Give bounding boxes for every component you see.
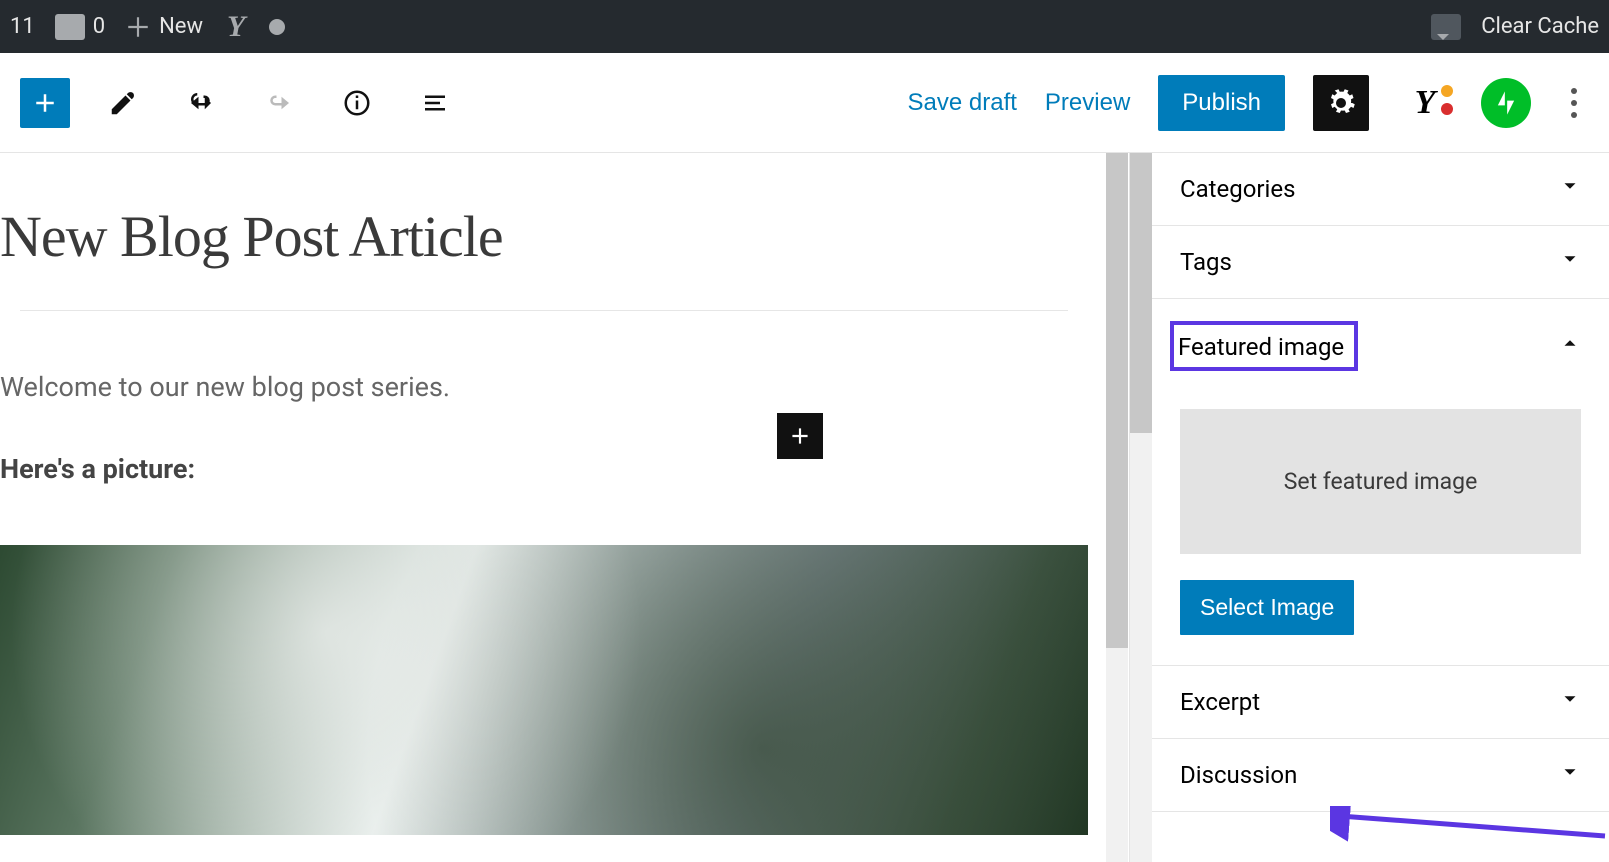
image-block[interactable] bbox=[0, 545, 1088, 835]
yoast-panel-button[interactable]: Y bbox=[1397, 75, 1453, 131]
chevron-down-icon bbox=[1559, 248, 1581, 276]
cache-icon[interactable] bbox=[1431, 14, 1461, 40]
info-icon bbox=[342, 88, 372, 118]
save-draft-button[interactable]: Save draft bbox=[908, 89, 1017, 117]
undo-button[interactable] bbox=[176, 78, 226, 128]
yoast-adminbar[interactable]: Y bbox=[223, 10, 249, 44]
panel-tags: Tags bbox=[1152, 226, 1609, 299]
redo-button[interactable] bbox=[254, 78, 304, 128]
gear-icon bbox=[1326, 88, 1356, 118]
panel-title: Excerpt bbox=[1180, 688, 1260, 716]
panel-toggle-tags[interactable]: Tags bbox=[1152, 226, 1609, 298]
cache-square-icon bbox=[1431, 14, 1461, 40]
panel-featured-image: Featured image Set featured image Select… bbox=[1152, 299, 1609, 666]
editor-canvas[interactable]: New Blog Post Article Welcome to our new… bbox=[0, 153, 1129, 862]
editor-scrollbar[interactable] bbox=[1106, 153, 1128, 862]
chevron-up-icon bbox=[1559, 332, 1581, 360]
panel-categories: Categories bbox=[1152, 153, 1609, 226]
dot-icon bbox=[269, 19, 285, 35]
settings-button[interactable] bbox=[1313, 75, 1369, 131]
redo-icon bbox=[264, 88, 294, 118]
panel-discussion: Discussion bbox=[1152, 739, 1609, 812]
publish-button[interactable]: Publish bbox=[1158, 75, 1285, 131]
dot-icon bbox=[1571, 100, 1577, 106]
chevron-down-icon bbox=[1559, 175, 1581, 203]
yoast-dot-red-icon bbox=[1441, 103, 1453, 115]
chevron-down-icon bbox=[1559, 688, 1581, 716]
pencil-icon bbox=[108, 88, 138, 118]
panel-excerpt: Excerpt bbox=[1152, 666, 1609, 739]
panel-title: Discussion bbox=[1180, 761, 1297, 789]
new-label: New bbox=[159, 14, 203, 39]
jetpack-icon bbox=[1492, 89, 1520, 117]
panel-toggle-categories[interactable]: Categories bbox=[1152, 153, 1609, 225]
plus-icon bbox=[787, 423, 813, 449]
admin-bar: 11 0 New Y Clear Cache bbox=[0, 0, 1609, 53]
comments-value: 0 bbox=[93, 14, 105, 39]
more-options-button[interactable] bbox=[1559, 88, 1589, 118]
title-divider bbox=[20, 310, 1068, 311]
new-content-link[interactable]: New bbox=[125, 14, 203, 40]
yoast-y-icon: Y bbox=[1415, 84, 1436, 122]
block-appender-button[interactable] bbox=[777, 413, 823, 459]
annotation-arrow-icon bbox=[1330, 806, 1609, 856]
panel-title: Featured image bbox=[1178, 333, 1344, 361]
heading-block[interactable]: Here's a picture: bbox=[0, 453, 1088, 485]
status-dot[interactable] bbox=[269, 19, 285, 35]
updates-value: 11 bbox=[10, 14, 35, 39]
paragraph-block[interactable]: Welcome to our new blog post series. bbox=[0, 371, 1088, 403]
dot-icon bbox=[1571, 112, 1577, 118]
clear-cache-link[interactable]: Clear Cache bbox=[1481, 14, 1599, 39]
select-image-button[interactable]: Select Image bbox=[1180, 580, 1354, 635]
editor-header: Save draft Preview Publish Y bbox=[0, 53, 1609, 153]
panel-title: Categories bbox=[1180, 175, 1296, 203]
plus-icon bbox=[30, 88, 60, 118]
yoast-dot-orange-icon bbox=[1441, 85, 1453, 97]
yoast-icon: Y bbox=[223, 10, 249, 44]
editor-main: New Blog Post Article Welcome to our new… bbox=[0, 153, 1609, 862]
preview-button[interactable]: Preview bbox=[1045, 89, 1130, 117]
list-icon bbox=[420, 88, 450, 118]
comments-link[interactable]: 0 bbox=[55, 14, 105, 40]
outline-button[interactable] bbox=[410, 78, 460, 128]
sidebar-scrollbar[interactable] bbox=[1130, 153, 1152, 862]
scrollbar-thumb[interactable] bbox=[1130, 153, 1152, 433]
edit-mode-button[interactable] bbox=[98, 78, 148, 128]
post-title-input[interactable]: New Blog Post Article bbox=[0, 173, 1088, 310]
info-button[interactable] bbox=[332, 78, 382, 128]
jetpack-button[interactable] bbox=[1481, 78, 1531, 128]
scrollbar-thumb[interactable] bbox=[1106, 153, 1128, 648]
comment-icon bbox=[55, 14, 85, 40]
plus-icon bbox=[125, 14, 151, 40]
featured-highlight: Featured image bbox=[1170, 321, 1358, 371]
set-featured-label: Set featured image bbox=[1284, 468, 1478, 495]
clear-cache-label: Clear Cache bbox=[1481, 14, 1599, 39]
updates-count[interactable]: 11 bbox=[10, 14, 35, 39]
panel-toggle-featured[interactable]: Featured image bbox=[1152, 299, 1609, 393]
panel-toggle-discussion[interactable]: Discussion bbox=[1152, 739, 1609, 811]
panel-toggle-excerpt[interactable]: Excerpt bbox=[1152, 666, 1609, 738]
set-featured-image-button[interactable]: Set featured image bbox=[1180, 409, 1581, 554]
settings-sidebar: Categories Tags Featured image bbox=[1129, 153, 1609, 862]
dot-icon bbox=[1571, 88, 1577, 94]
panel-title: Tags bbox=[1180, 248, 1232, 276]
block-inserter-button[interactable] bbox=[20, 78, 70, 128]
chevron-down-icon bbox=[1559, 761, 1581, 789]
